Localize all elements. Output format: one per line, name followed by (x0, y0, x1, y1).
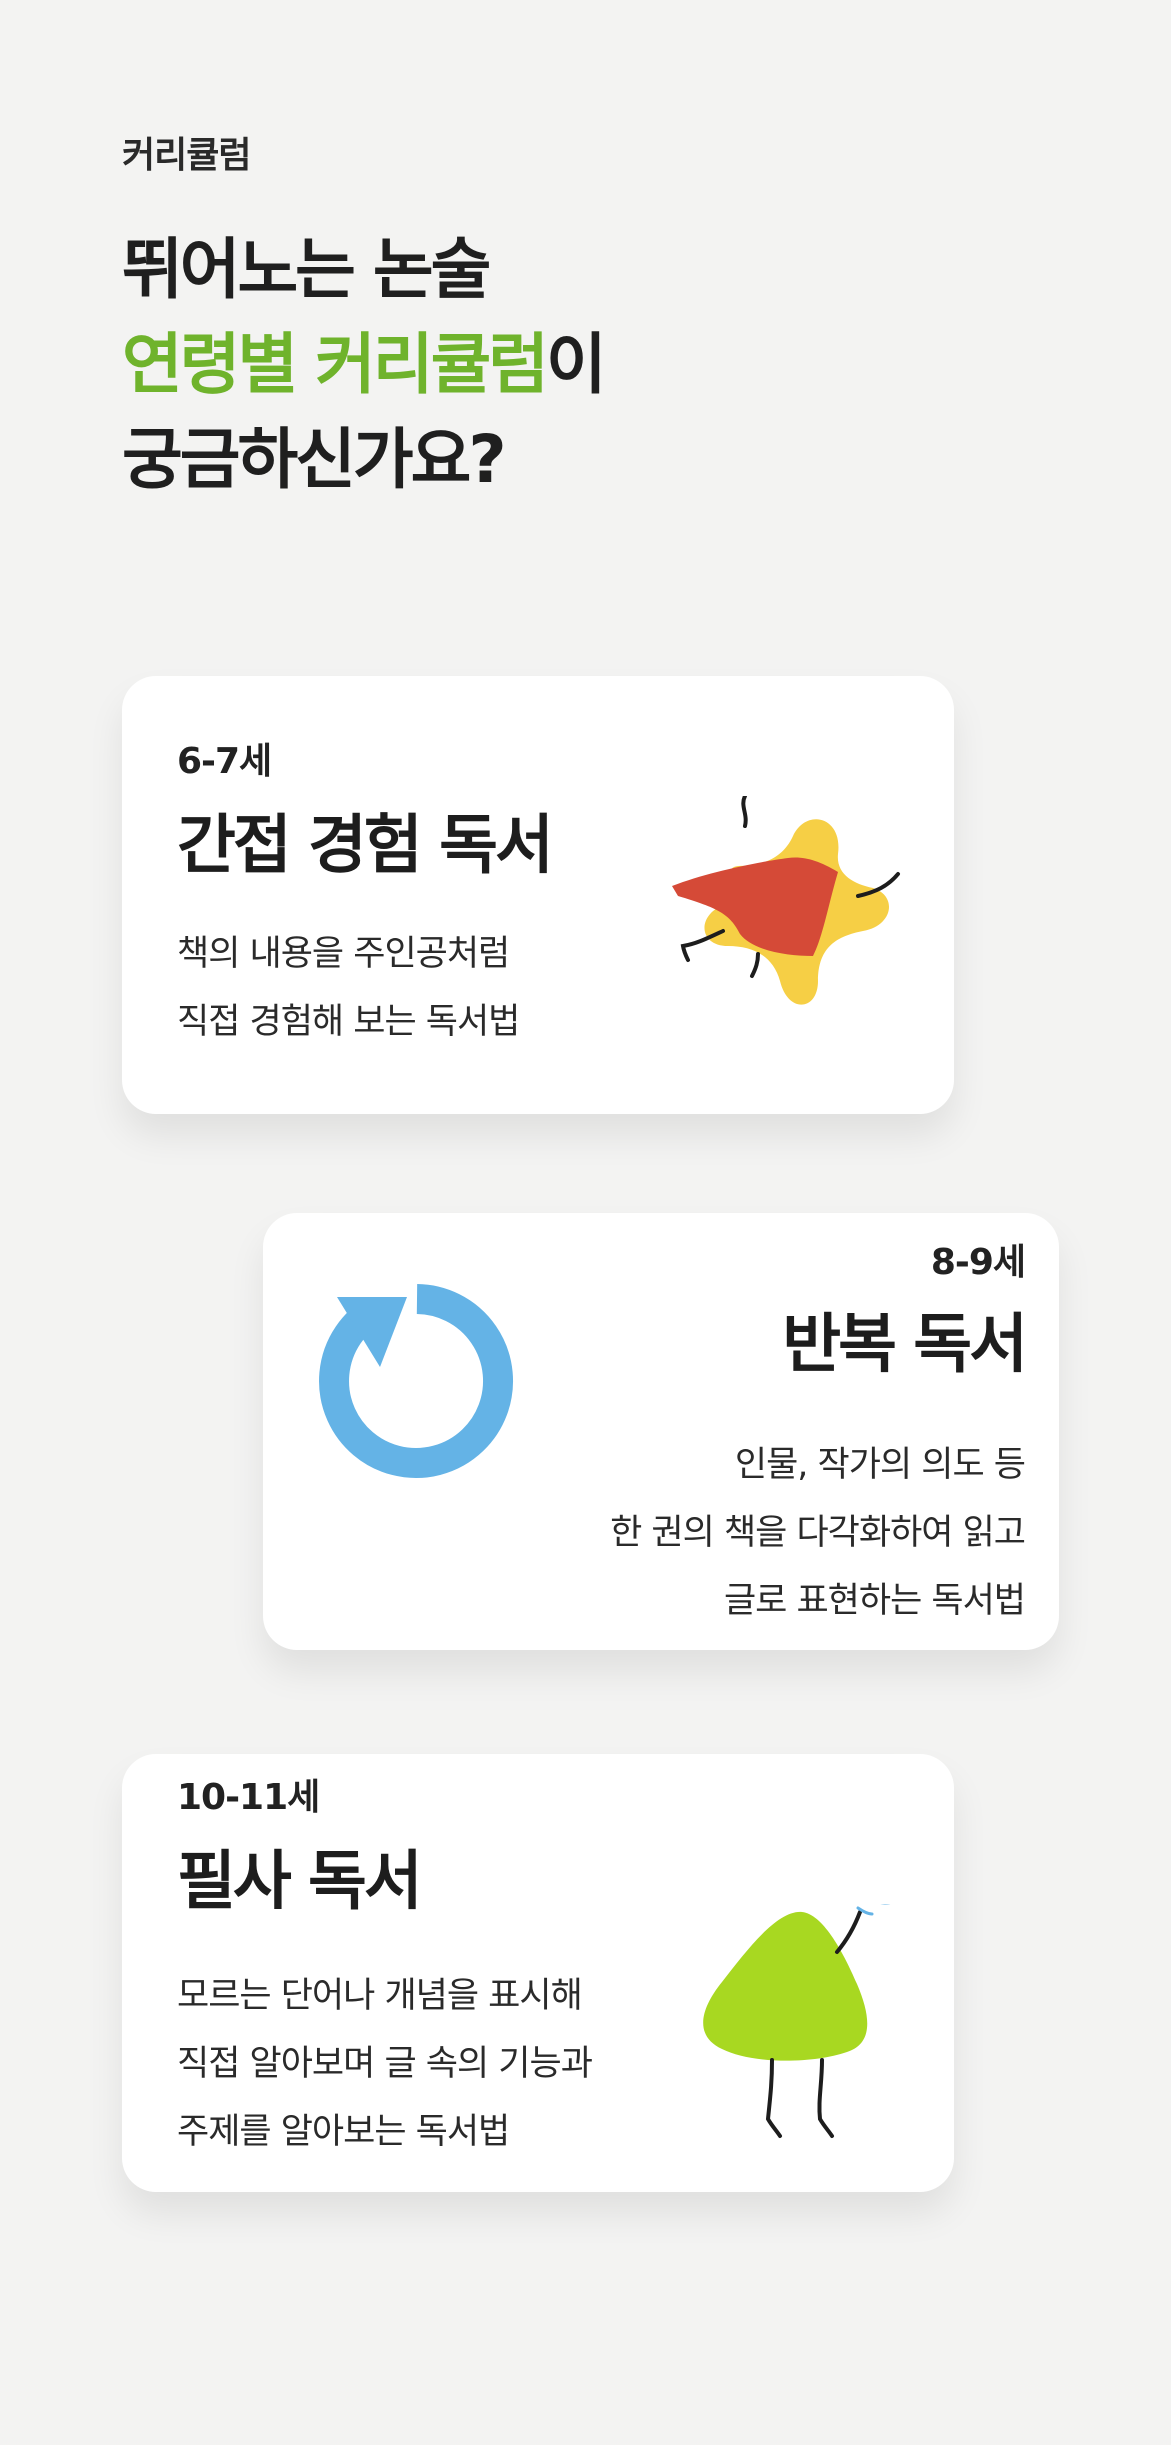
card-description: 모르는 단어나 개념을 표시해 직접 알아보며 글 속의 기능과 주제를 알아보… (177, 1962, 593, 2166)
card-title: 반복 독서 (782, 1308, 1028, 1382)
description-line: 직접 알아보며 글 속의 기능과 (177, 2044, 593, 2084)
age-label: 10-11세 (177, 1777, 320, 1818)
section-label: 커리큘럼 (122, 135, 251, 176)
triangle-character-icon (703, 1904, 890, 2138)
star-character-icon (672, 796, 900, 1005)
card-description: 인물, 작가의 의도 등 한 권의 책을 다각화하여 읽고 글로 표현하는 독서… (610, 1431, 1026, 1635)
description-line: 직접 경험해 보는 독서법 (177, 1002, 520, 1042)
curriculum-card-8-9: 8-9세 반복 독서 인물, 작가의 의도 등 한 권의 책을 다각화하여 읽고… (263, 1213, 1059, 1650)
description-line: 주제를 알아보는 독서법 (177, 2112, 510, 2152)
curriculum-card-10-11: 10-11세 필사 독서 모르는 단어나 개념을 표시해 직접 알아보며 글 속… (122, 1754, 954, 2192)
description-line: 책의 내용을 주인공처럼 (177, 934, 510, 974)
section-headline: 뛰어노는 논술 연령별 커리큘럼이 궁금하신가요? (122, 222, 607, 507)
card-title: 간접 경험 독서 (177, 809, 554, 883)
description-line: 모르는 단어나 개념을 표시해 (177, 1976, 583, 2016)
description-line: 글로 표현하는 독서법 (723, 1581, 1026, 1621)
headline-accent: 연령별 커리큘럼 (122, 326, 549, 403)
card-title: 필사 독서 (177, 1845, 423, 1919)
headline-line-2: 연령별 커리큘럼이 (122, 317, 607, 412)
age-label: 8-9세 (930, 1242, 1026, 1283)
card-description: 책의 내용을 주인공처럼 직접 경험해 보는 독서법 (177, 920, 520, 1056)
description-line: 인물, 작가의 의도 등 (734, 1445, 1026, 1485)
curriculum-card-6-7: 6-7세 간접 경험 독서 책의 내용을 주인공처럼 직접 경험해 보는 독서법 (122, 676, 954, 1114)
headline-suffix: 이 (546, 326, 607, 403)
age-label: 6-7세 (177, 741, 272, 782)
headline-line-1: 뛰어노는 논술 (122, 231, 491, 308)
headline-line-3: 궁금하신가요? (122, 421, 507, 498)
description-line: 한 권의 책을 다각화하여 읽고 (610, 1513, 1026, 1553)
repeat-arrow-icon (319, 1284, 514, 1478)
